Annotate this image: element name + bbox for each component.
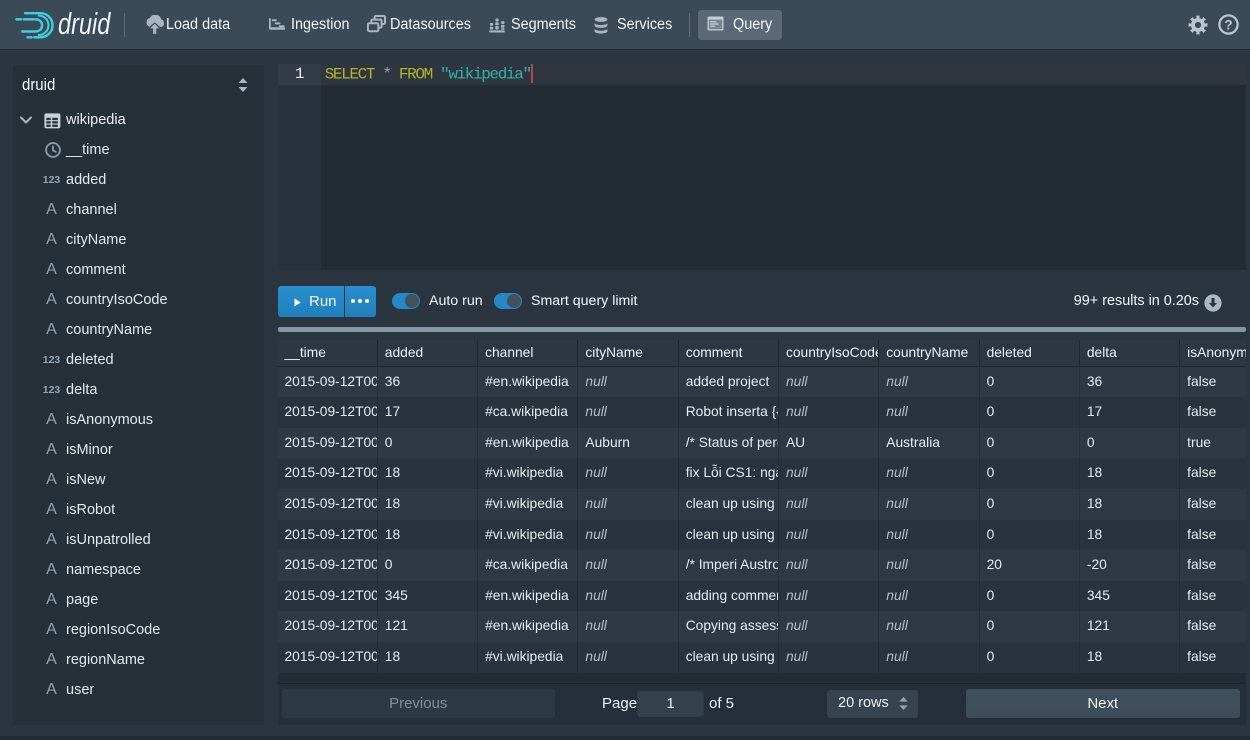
svg-text:?: ? bbox=[1224, 18, 1232, 33]
